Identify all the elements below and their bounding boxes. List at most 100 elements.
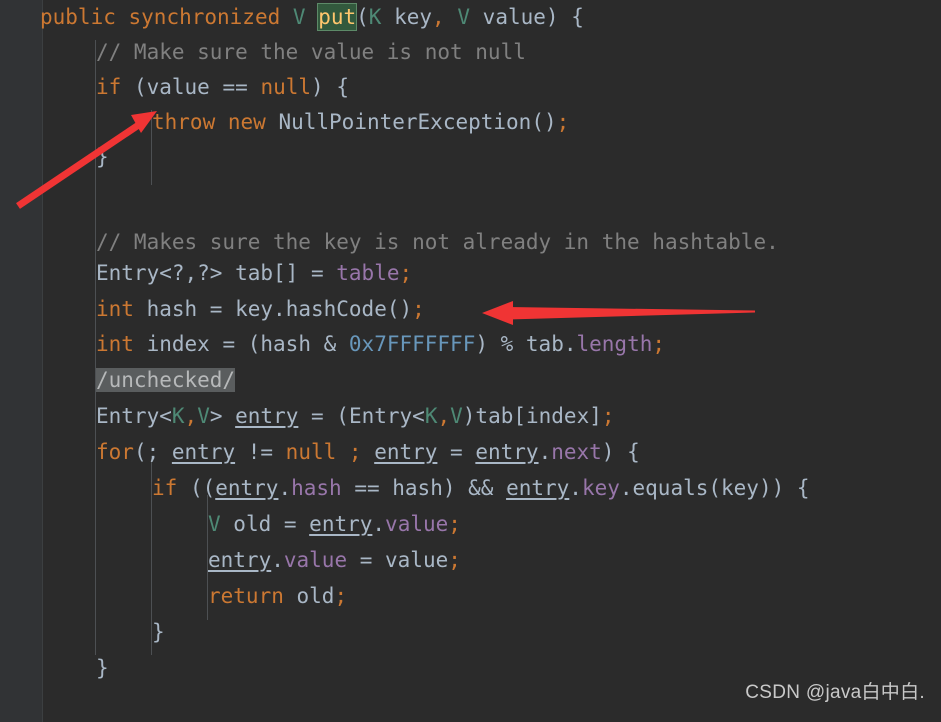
assign-value: = value: [347, 548, 449, 572]
keyword-if: if: [96, 75, 122, 99]
space3: [306, 5, 319, 29]
generic-wildcards: <?,?>: [159, 261, 223, 285]
keyword-int: int: [96, 297, 134, 321]
expr-equals-and: == hash) &&: [341, 476, 507, 500]
code-line-16[interactable]: entry.value = value;: [208, 543, 461, 578]
type-param-v: V: [208, 512, 221, 536]
type-param-v: V: [197, 404, 210, 428]
code-line-4[interactable]: throw new NullPointerException();: [152, 105, 569, 140]
variable-entry: entry: [309, 512, 373, 536]
space5: [445, 5, 458, 29]
space2: [280, 5, 293, 29]
type-param-k: K: [368, 5, 382, 29]
code-line-12[interactable]: Entry<K,V> entry = (Entry<K,V)tab[index]…: [96, 399, 615, 434]
operator-assign: =: [209, 297, 223, 321]
operator-assign: =: [310, 261, 324, 285]
code-line-10[interactable]: int index = (hash & 0x7FFFFFFF) % tab.le…: [96, 327, 665, 362]
space7: [559, 5, 572, 29]
code-line-9[interactable]: int hash = key.hashCode();: [96, 292, 425, 327]
type-param-k: K: [171, 404, 185, 428]
comment-key-not-already: // Makes sure the key is not already in …: [96, 230, 779, 254]
class-nullpointerexception: NullPointerException: [278, 110, 532, 134]
keyword-new: new: [227, 110, 266, 134]
class-entry: Entry: [96, 261, 160, 285]
dot: .: [538, 440, 552, 464]
dot: .: [278, 476, 292, 500]
dot: .: [372, 512, 386, 536]
field-table: table: [336, 261, 400, 285]
paren-open: (: [133, 75, 147, 99]
for-open: (;: [133, 440, 172, 464]
keyword-null: null: [285, 440, 337, 464]
keyword-public: public: [40, 5, 116, 29]
type-param-v2: V: [457, 5, 471, 29]
code-line-15[interactable]: V old = entry.value;: [208, 507, 461, 542]
cast-tab-index: )tab[index]: [462, 404, 602, 428]
type-param-v: V: [292, 5, 306, 29]
code-line-1[interactable]: public synchronized V put(K key, V value…: [40, 0, 584, 35]
generic-close: >: [209, 404, 236, 428]
keyword-if: if: [152, 476, 178, 500]
call-parens: (): [531, 110, 557, 134]
space4: [381, 5, 394, 29]
variable-entry: entry: [215, 476, 279, 500]
code-editor-surface[interactable]: public synchronized V put ( K key, V value…: [40, 0, 941, 722]
keyword-for: for: [96, 440, 134, 464]
space6: [470, 5, 483, 29]
operator-equals: ==: [222, 75, 248, 99]
brace-close: }: [96, 656, 109, 680]
editor-gutter: [0, 0, 43, 722]
csdn-watermark: CSDN @java白中白.: [745, 682, 925, 703]
code-line-7[interactable]: // Makes sure the key is not already in …: [96, 225, 779, 260]
variable-entry: entry: [208, 548, 272, 572]
code-line-11[interactable]: /unchecked/: [96, 363, 236, 398]
comma: ,: [184, 404, 198, 428]
semicolon: ;: [399, 261, 413, 285]
semicolon: ;: [334, 584, 348, 608]
code-line-14[interactable]: if ((entry.hash == hash) && entry.key.eq…: [152, 471, 810, 506]
field-key: key: [581, 476, 620, 500]
semicolon: ;: [412, 297, 425, 321]
comment-value-not-null: // Make sure the value is not null: [96, 40, 526, 64]
unchecked-annotation-highlight[interactable]: /unchecked/: [96, 368, 236, 392]
code-line-5[interactable]: }: [96, 140, 109, 175]
space3: [248, 75, 261, 99]
operator-not-equal: !=: [235, 440, 286, 464]
dot2: .: [569, 476, 582, 500]
code-line-19[interactable]: }: [96, 651, 109, 686]
code-line-13[interactable]: for(; entry != null ; entry = entry.next…: [96, 435, 640, 470]
ident-hash: hash: [133, 297, 210, 321]
paren-close: ): [311, 75, 324, 99]
keyword-synchronized: synchronized: [128, 5, 281, 29]
keyword-return: return: [208, 584, 284, 608]
operator-assign: =: [437, 440, 476, 464]
call-equals: .equals(key)) {: [619, 476, 810, 500]
method-name-put-highlight[interactable]: put: [317, 3, 358, 31]
ident-index: index: [133, 332, 223, 356]
field-hash: hash: [291, 476, 342, 500]
for-close-brace: ) {: [601, 440, 640, 464]
field-length: length: [576, 332, 653, 356]
code-line-17[interactable]: return old;: [208, 579, 347, 614]
semicolon: ;: [556, 110, 570, 134]
code-line-8[interactable]: Entry<?,?> tab[] = table;: [96, 256, 412, 291]
brace-open: {: [336, 75, 349, 99]
field-value: value: [283, 548, 348, 572]
paren-close: ): [545, 5, 559, 29]
ident-key: key: [222, 297, 274, 321]
expr-modulo-tab: ) % tab.: [475, 332, 577, 356]
param-value: value: [482, 5, 546, 29]
brace-open: {: [571, 5, 584, 29]
code-line-3[interactable]: if (value == null) {: [96, 70, 349, 105]
space2: [266, 110, 279, 134]
field-next: next: [551, 440, 602, 464]
paren-open: ((: [177, 476, 216, 500]
keyword-throw: throw: [152, 110, 216, 134]
operator-assign: =: [222, 332, 236, 356]
ident-tab-array: tab[]: [222, 261, 311, 285]
code-line-2[interactable]: // Make sure the value is not null: [96, 35, 526, 70]
code-line-18[interactable]: }: [152, 615, 165, 650]
dot: .: [273, 297, 286, 321]
